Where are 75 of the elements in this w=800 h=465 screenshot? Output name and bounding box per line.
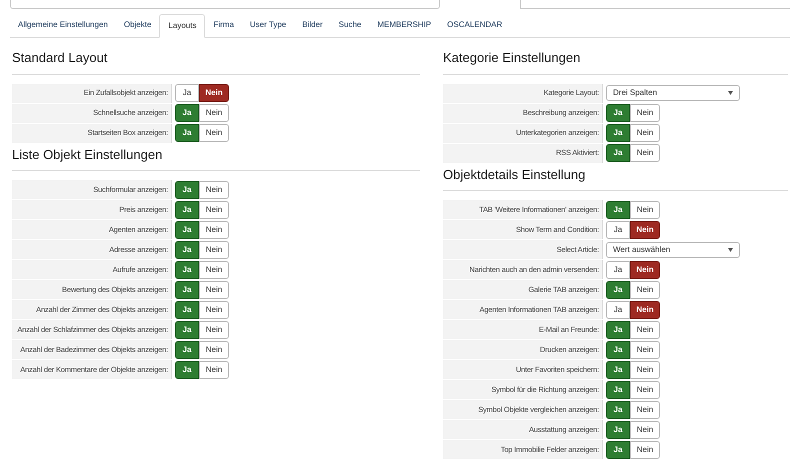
toggle-option[interactable]: Ja bbox=[606, 200, 630, 218]
toggle-option[interactable]: Nein bbox=[630, 400, 660, 418]
toggle-option[interactable]: Nein bbox=[630, 280, 660, 298]
toggle-option[interactable]: Ja bbox=[175, 300, 199, 318]
toggle-option[interactable]: Nein bbox=[199, 124, 229, 142]
toggle-option[interactable]: Ja bbox=[175, 320, 199, 338]
toggle-option[interactable]: Ja bbox=[606, 124, 630, 142]
toggle-option[interactable]: Ja bbox=[606, 300, 630, 318]
section-heading: Kategorie Einstellungen bbox=[443, 49, 582, 67]
tab[interactable]: Allgemeine Einstellungen bbox=[10, 13, 116, 37]
toggle-option[interactable]: Nein bbox=[199, 200, 229, 218]
section-heading: Standard Layout bbox=[12, 49, 108, 67]
tab[interactable]: Objekte bbox=[116, 13, 160, 37]
toggle-option[interactable]: Nein bbox=[630, 260, 660, 278]
toggle-option[interactable]: Nein bbox=[199, 300, 229, 318]
toggle-option[interactable]: Nein bbox=[630, 440, 660, 458]
toggle-option[interactable]: Ja bbox=[175, 124, 199, 142]
toggle-option[interactable]: Ja bbox=[606, 360, 630, 378]
toggle-option[interactable]: Ja bbox=[606, 420, 630, 438]
toggle-option[interactable]: Ja bbox=[606, 400, 630, 418]
toggle-option[interactable]: Nein bbox=[199, 360, 229, 378]
toggle-option[interactable]: Nein bbox=[199, 180, 229, 198]
tab[interactable]: MEMBERSHIP bbox=[369, 13, 440, 37]
toggle-option[interactable]: Nein bbox=[199, 240, 229, 258]
section-heading: Objektdetails Einstellung bbox=[443, 166, 586, 184]
toggle-option[interactable]: Nein bbox=[199, 104, 229, 122]
toggle-option[interactable]: Nein bbox=[630, 200, 660, 218]
toggle-option[interactable]: Nein bbox=[630, 104, 660, 122]
toggle-option[interactable]: Ja bbox=[606, 144, 630, 162]
toggle-option[interactable]: Ja bbox=[175, 180, 199, 198]
toggle-option[interactable]: Ja bbox=[606, 380, 630, 398]
tab[interactable]: Firma bbox=[205, 13, 242, 37]
caret-icon bbox=[728, 248, 733, 252]
toggle-option[interactable]: Ja bbox=[175, 240, 199, 258]
tab[interactable]: Suche bbox=[330, 13, 370, 37]
toggle-option[interactable]: Ja bbox=[175, 260, 199, 278]
toggle-option[interactable]: Ja bbox=[175, 104, 199, 122]
toggle-option[interactable]: Nein bbox=[630, 340, 660, 358]
toggle-option[interactable]: Ja bbox=[606, 340, 630, 358]
toggle-option[interactable]: Nein bbox=[630, 320, 660, 338]
toggle-option[interactable]: Ja bbox=[606, 320, 630, 338]
toggle-option[interactable]: Ja bbox=[606, 220, 630, 238]
toggle-option[interactable]: Nein bbox=[199, 320, 229, 338]
dropdown-field[interactable]: Wert auswählen bbox=[606, 242, 740, 258]
toggle-option[interactable]: Nein bbox=[199, 260, 229, 278]
dropdown-field[interactable]: Drei Spalten bbox=[606, 85, 740, 101]
caret-icon bbox=[728, 91, 733, 95]
toggle-option[interactable]: Ja bbox=[175, 200, 199, 218]
tab[interactable]: User Type bbox=[242, 13, 294, 37]
toggle-option[interactable]: Nein bbox=[199, 220, 229, 238]
toggle-option[interactable]: Nein bbox=[630, 380, 660, 398]
toggle-option[interactable]: Ja bbox=[606, 440, 630, 458]
toggle-option[interactable]: Nein bbox=[630, 124, 660, 142]
toggle-option[interactable]: Nein bbox=[630, 420, 660, 438]
toggle-option[interactable]: Ja bbox=[606, 280, 630, 298]
tab[interactable]: OSCALENDAR bbox=[439, 13, 510, 37]
toggle-option[interactable]: Ja bbox=[175, 84, 199, 102]
toggle-option[interactable]: Nein bbox=[630, 300, 660, 318]
toggle-option[interactable]: Nein bbox=[630, 360, 660, 378]
section-heading: Liste Objekt Einstellungen bbox=[12, 146, 164, 164]
toggle-option[interactable]: Nein bbox=[630, 220, 660, 238]
toggle-option[interactable]: Ja bbox=[606, 260, 630, 278]
toggle-option[interactable]: Ja bbox=[175, 340, 199, 358]
text-field[interactable] bbox=[520, 0, 790, 9]
tab[interactable]: Bilder bbox=[294, 13, 331, 37]
toggle-option[interactable]: Nein bbox=[199, 340, 229, 358]
toggle-option[interactable]: Nein bbox=[199, 84, 229, 102]
toggle-option[interactable]: Nein bbox=[199, 280, 229, 298]
toggle-option[interactable]: Ja bbox=[175, 280, 199, 298]
tab[interactable]: Layouts bbox=[159, 14, 206, 38]
toggle-option[interactable]: Nein bbox=[630, 144, 660, 162]
toggle-option[interactable]: Ja bbox=[175, 220, 199, 238]
toggle-option[interactable]: Ja bbox=[175, 360, 199, 378]
text-field[interactable] bbox=[10, 0, 440, 9]
toggle-option[interactable]: Ja bbox=[606, 104, 630, 122]
